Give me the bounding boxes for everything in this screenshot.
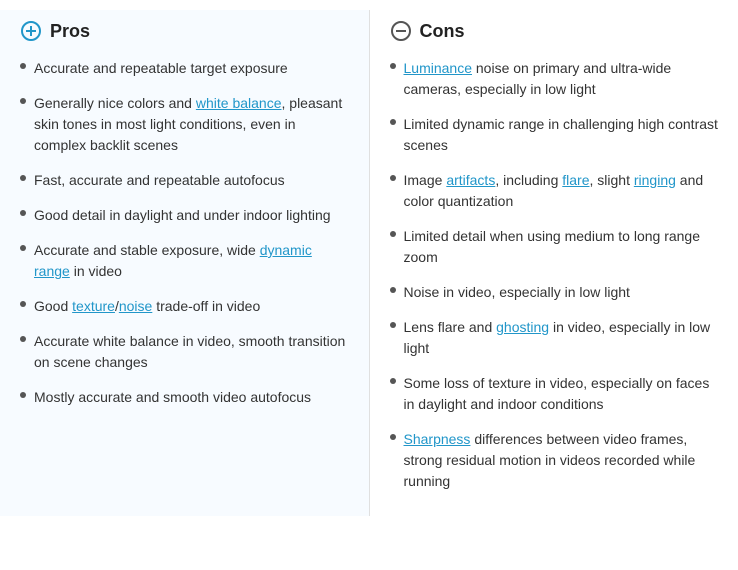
bullet-icon	[390, 287, 396, 293]
bullet-icon	[20, 63, 26, 69]
cons-header: Cons	[390, 20, 719, 42]
list-item: Some loss of texture in video, especiall…	[390, 373, 719, 415]
list-item-text: Sharpness differences between video fram…	[404, 429, 719, 492]
link[interactable]: texture	[72, 298, 115, 314]
link[interactable]: artifacts	[446, 172, 495, 188]
list-item-text: Accurate and repeatable target exposure	[34, 58, 349, 79]
list-item: Lens flare and ghosting in video, especi…	[390, 317, 719, 359]
list-item-text: Mostly accurate and smooth video autofoc…	[34, 387, 349, 408]
cons-list: Luminance noise on primary and ultra-wid…	[390, 58, 719, 492]
list-item: Good detail in daylight and under indoor…	[20, 205, 349, 226]
list-item-text: Image artifacts, including flare, slight…	[404, 170, 719, 212]
bullet-icon	[390, 322, 396, 328]
pros-icon	[20, 20, 42, 42]
list-item: Limited dynamic range in challenging hig…	[390, 114, 719, 156]
bullet-icon	[390, 63, 396, 69]
list-item: Generally nice colors and white balance,…	[20, 93, 349, 156]
link[interactable]: ringing	[634, 172, 676, 188]
bullet-icon	[20, 301, 26, 307]
list-item: Fast, accurate and repeatable autofocus	[20, 170, 349, 191]
bullet-icon	[20, 175, 26, 181]
list-item: Accurate and stable exposure, wide dynam…	[20, 240, 349, 282]
bullet-icon	[390, 378, 396, 384]
list-item-text: Limited dynamic range in challenging hig…	[404, 114, 719, 156]
bullet-icon	[20, 245, 26, 251]
bullet-icon	[20, 98, 26, 104]
list-item: Luminance noise on primary and ultra-wid…	[390, 58, 719, 100]
pros-column: Pros Accurate and repeatable target expo…	[0, 10, 370, 516]
list-item-text: Generally nice colors and white balance,…	[34, 93, 349, 156]
list-item: Good texture/noise trade-off in video	[20, 296, 349, 317]
list-item-text: Accurate white balance in video, smooth …	[34, 331, 349, 373]
list-item-text: Accurate and stable exposure, wide dynam…	[34, 240, 349, 282]
cons-icon	[390, 20, 412, 42]
link[interactable]: noise	[119, 298, 152, 314]
list-item-text: Luminance noise on primary and ultra-wid…	[404, 58, 719, 100]
pros-list: Accurate and repeatable target exposure G…	[20, 58, 349, 408]
cons-column: Cons Luminance noise on primary and ultr…	[370, 10, 738, 516]
bullet-icon	[20, 210, 26, 216]
cons-title: Cons	[420, 21, 465, 42]
bullet-icon	[390, 175, 396, 181]
list-item-text: Fast, accurate and repeatable autofocus	[34, 170, 349, 191]
list-item: Mostly accurate and smooth video autofoc…	[20, 387, 349, 408]
list-item-text: Lens flare and ghosting in video, especi…	[404, 317, 719, 359]
main-container: Pros Accurate and repeatable target expo…	[0, 0, 738, 526]
link[interactable]: ghosting	[496, 319, 549, 335]
list-item-text: Noise in video, especially in low light	[404, 282, 719, 303]
pros-header: Pros	[20, 20, 349, 42]
link[interactable]: Sharpness	[404, 431, 471, 447]
list-item: Accurate and repeatable target exposure	[20, 58, 349, 79]
list-item: Accurate white balance in video, smooth …	[20, 331, 349, 373]
link[interactable]: Luminance	[404, 60, 473, 76]
bullet-icon	[390, 231, 396, 237]
bullet-icon	[20, 392, 26, 398]
link[interactable]: dynamic range	[34, 242, 312, 279]
bullet-icon	[20, 336, 26, 342]
pros-title: Pros	[50, 21, 90, 42]
list-item-text: Good texture/noise trade-off in video	[34, 296, 349, 317]
link[interactable]: white balance	[196, 95, 282, 111]
list-item-text: Good detail in daylight and under indoor…	[34, 205, 349, 226]
list-item: Image artifacts, including flare, slight…	[390, 170, 719, 212]
list-item-text: Limited detail when using medium to long…	[404, 226, 719, 268]
bullet-icon	[390, 434, 396, 440]
bullet-icon	[390, 119, 396, 125]
list-item: Sharpness differences between video fram…	[390, 429, 719, 492]
link[interactable]: flare	[562, 172, 589, 188]
list-item: Noise in video, especially in low light	[390, 282, 719, 303]
list-item-text: Some loss of texture in video, especiall…	[404, 373, 719, 415]
list-item: Limited detail when using medium to long…	[390, 226, 719, 268]
